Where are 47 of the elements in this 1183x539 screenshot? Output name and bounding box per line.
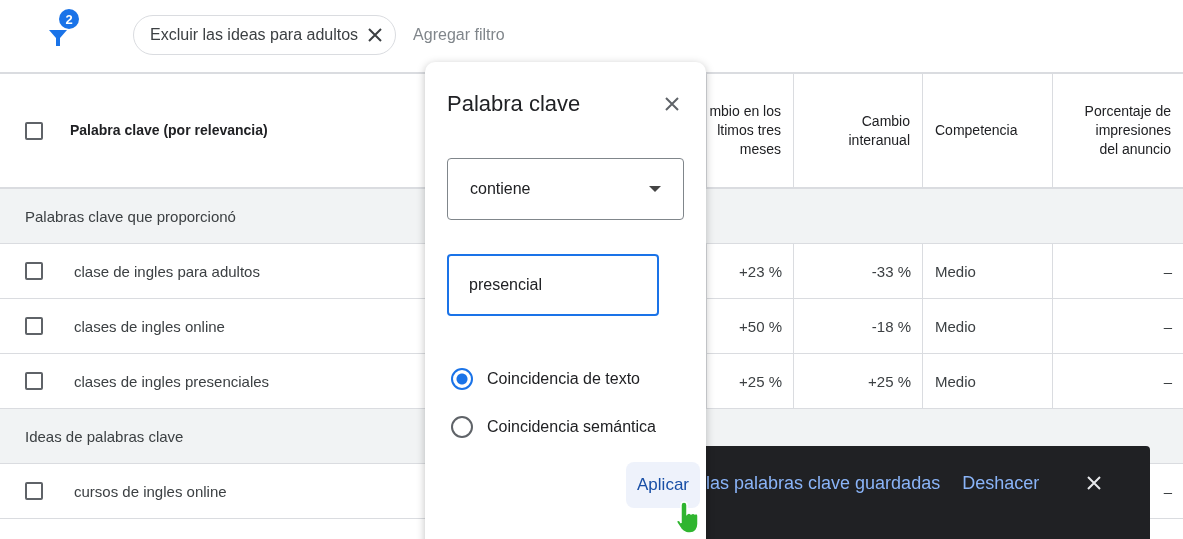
dropdown-caret-icon (649, 186, 661, 192)
table-cell: +23 % (739, 262, 782, 280)
section-title: Ideas de palabras clave (25, 427, 184, 445)
keyword-text: clase de ingles para adultos (74, 262, 260, 280)
checkbox[interactable] (25, 372, 43, 390)
chip-label: Excluir las ideas para adultos (150, 26, 359, 44)
table-cell: – (1163, 317, 1172, 335)
column-header: Porcentaje de impresiones del anuncio (1084, 102, 1171, 159)
table-cell: Medio (935, 262, 976, 280)
table-cell: – (1163, 372, 1172, 390)
apply-button[interactable]: Aplicar (626, 462, 700, 508)
keyword-text: cursos de ingles online (74, 482, 227, 500)
column-header: Competencia (935, 121, 1018, 140)
snackbar-message: las palabras clave guardadas (706, 472, 941, 494)
table-cell: -18 % (871, 317, 911, 335)
filter-icon[interactable] (47, 27, 69, 49)
radio-label: Coincidencia semántica (487, 418, 656, 436)
radio-button[interactable] (451, 416, 473, 438)
section-title: Palabras clave que proporcionó (25, 207, 236, 225)
checkbox[interactable] (25, 317, 43, 335)
close-icon[interactable] (1085, 474, 1104, 492)
checkbox[interactable] (25, 482, 43, 500)
radio-button[interactable] (451, 368, 473, 390)
table-cell: -33 % (871, 262, 911, 280)
radio-label: Coincidencia de texto (487, 370, 640, 388)
close-icon[interactable] (663, 95, 681, 113)
add-filter-link[interactable]: Agregar filtro (413, 26, 505, 44)
column-header: mbio en los ltimos tres meses (709, 102, 781, 159)
column-header: Cambio interanual (848, 111, 910, 150)
table-cell: Medio (935, 372, 976, 390)
table-cell: +50 % (739, 317, 782, 335)
popup-title: Palabra clave (447, 91, 581, 117)
operator-dropdown[interactable]: contiene (447, 158, 684, 220)
keyword-text: clases de ingles online (74, 317, 225, 335)
keyword-input-field[interactable]: presencial (447, 254, 659, 316)
column-header: Palabra clave (por relevancia) (70, 121, 268, 140)
table-cell: – (1163, 482, 1172, 500)
table-cell: – (1163, 262, 1172, 280)
undo-link[interactable]: Deshacer (962, 472, 1040, 494)
table-cell: Medio (935, 317, 976, 335)
close-icon[interactable] (366, 26, 385, 44)
checkbox[interactable] (25, 121, 43, 140)
checkbox[interactable] (25, 262, 43, 280)
table-cell: +25 % (868, 372, 911, 390)
table-cell: +25 % (739, 372, 782, 390)
filter-count-badge: 2 (59, 9, 79, 29)
keyword-text: clases de ingles presenciales (74, 372, 270, 390)
